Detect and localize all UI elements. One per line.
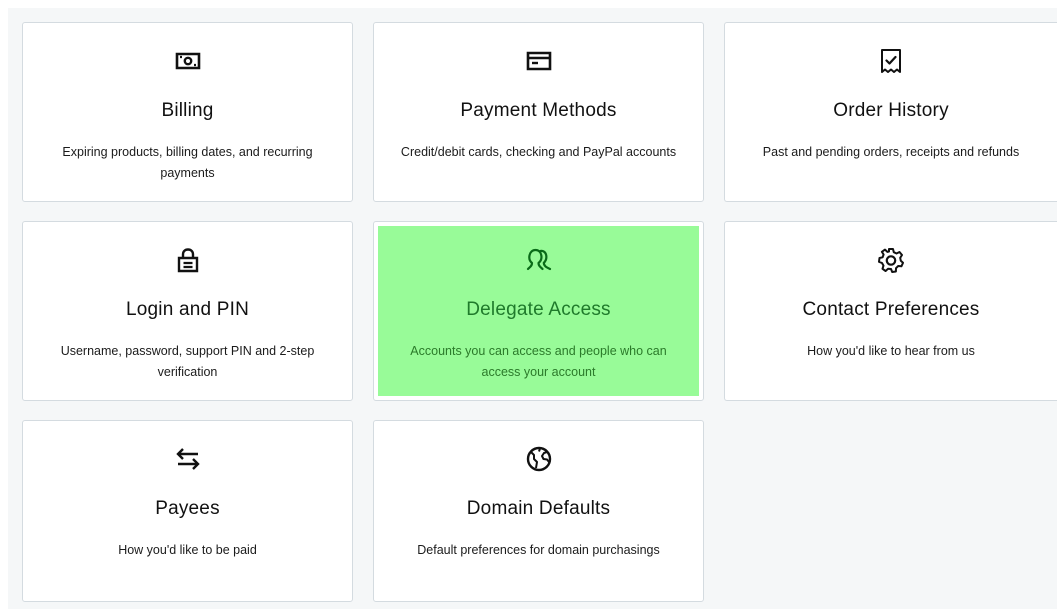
card-description: How you'd like to hear from us (807, 344, 975, 358)
cash-icon (170, 43, 206, 79)
account-settings-page: Billing Expiring products, billing dates… (0, 0, 1057, 609)
card-title: Order History (833, 100, 949, 121)
payment-methods-card[interactable]: Payment Methods Credit/debit cards, chec… (373, 22, 704, 202)
card-description: Default preferences for domain purchasin… (417, 543, 660, 557)
lock-icon (170, 242, 206, 278)
card-description: Past and pending orders, receipts and re… (762, 145, 1020, 159)
card-title: Billing (161, 100, 214, 121)
delegate-access-card[interactable]: Delegate Access Accounts you can access … (373, 221, 704, 401)
order-history-card[interactable]: Order History Past and pending orders, r… (724, 22, 1057, 202)
receipt-check-icon (873, 43, 909, 79)
domain-defaults-card[interactable]: Domain Defaults Default preferences for … (373, 420, 704, 602)
card-description: Credit/debit cards, checking and PayPal … (400, 145, 677, 159)
billing-card[interactable]: Billing Expiring products, billing dates… (22, 22, 353, 202)
payees-card[interactable]: Payees How you'd like to be paid (22, 420, 353, 602)
card-title: Contact Preferences (802, 299, 980, 320)
card-description: Username, password, support PIN and 2-st… (60, 344, 315, 379)
card-title: Login and PIN (125, 299, 250, 320)
transfer-arrows-icon (170, 441, 206, 477)
card-description: Accounts you can access and people who c… (410, 344, 667, 379)
card-title: Payment Methods (460, 100, 617, 121)
people-icon (521, 242, 557, 278)
card-description: How you'd like to be paid (118, 543, 257, 557)
contact-preferences-card[interactable]: Contact Preferences How you'd like to he… (724, 221, 1057, 401)
gear-icon (873, 242, 909, 278)
card-title: Domain Defaults (466, 498, 611, 519)
card-description: Expiring products, billing dates, and re… (62, 145, 313, 180)
card-title: Delegate Access (466, 299, 611, 320)
globe-icon (521, 441, 557, 477)
credit-card-icon (521, 43, 557, 79)
card-title: Payees (155, 498, 220, 519)
login-and-pin-card[interactable]: Login and PIN Username, password, suppor… (22, 221, 353, 401)
